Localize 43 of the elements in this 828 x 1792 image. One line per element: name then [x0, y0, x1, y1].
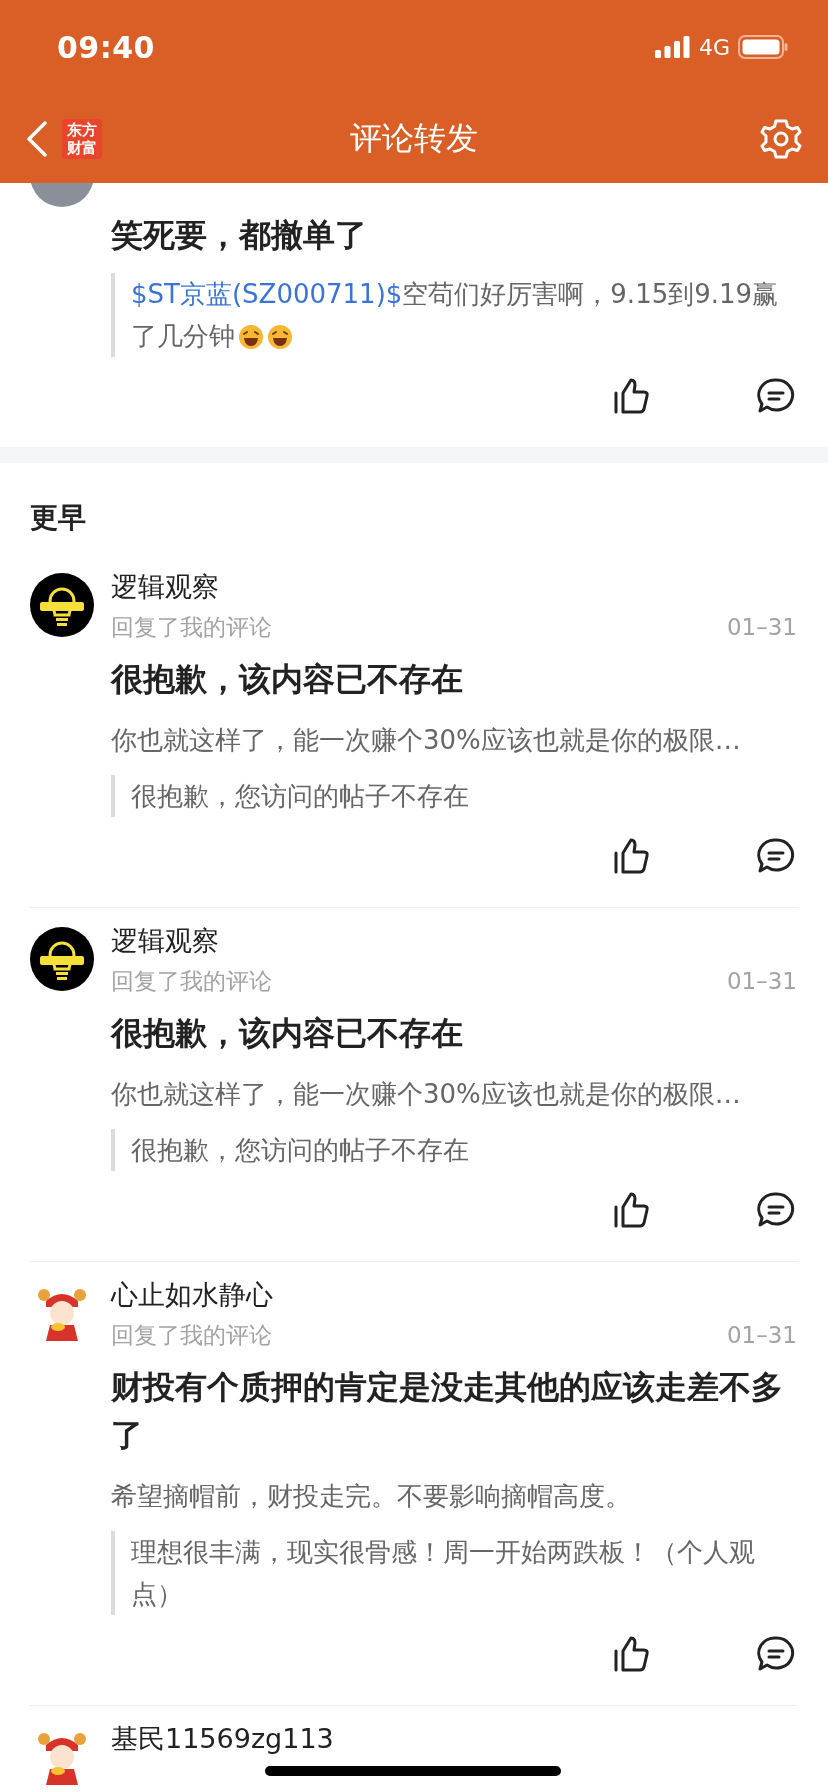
laughing-emoji-icon — [238, 324, 264, 350]
back-icon[interactable] — [26, 120, 48, 157]
quoted-post: 很抱歉，您访问的帖子不存在 — [111, 775, 797, 817]
user-name[interactable]: 逻辑观察 — [111, 571, 219, 602]
network-label: 4G — [698, 34, 730, 60]
like-icon[interactable] — [613, 837, 651, 875]
comment-icon[interactable] — [757, 837, 795, 875]
app-logo: 东方 财富 — [62, 118, 102, 159]
comment-text: 很抱歉，该内容已不存在 — [111, 1013, 464, 1054]
comment-icon[interactable] — [757, 377, 795, 415]
reply-text: 你也就这样了，能一次赚个30%应该也就是你的极限… — [111, 724, 742, 757]
signal-icon — [654, 36, 691, 58]
comment-icon[interactable] — [757, 1191, 795, 1229]
reply-text: 希望摘帽前，财投走完。不要影响摘帽高度。 — [111, 1480, 632, 1513]
timestamp: 01–31 — [726, 613, 797, 642]
user-name[interactable]: 心止如水静心 — [111, 1279, 273, 1310]
avatar-icon[interactable] — [30, 927, 94, 991]
user-name[interactable]: 逻辑观察 — [111, 925, 219, 956]
status-time: 09:40 — [57, 29, 155, 65]
battery-icon — [738, 35, 788, 59]
user-name[interactable]: 基民11569zg113 — [111, 1723, 334, 1754]
timestamp: 01–31 — [726, 967, 797, 996]
action-label: 回复了我的评论 — [111, 1321, 272, 1350]
like-icon[interactable] — [613, 377, 651, 415]
action-label: 回复了我的评论 — [111, 967, 272, 996]
section-heading: 更早 — [30, 501, 86, 534]
quoted-post: 很抱歉，您访问的帖子不存在 — [111, 1129, 797, 1171]
like-icon[interactable] — [613, 1635, 651, 1673]
comment-text: 财投有个质押的肯定是没走其他的应该走差不多了 — [111, 1367, 784, 1456]
page-title: 评论转发 — [350, 118, 478, 157]
comment-icon[interactable] — [757, 1635, 795, 1673]
comment-text: 笑死要，都撤单了 — [111, 215, 368, 256]
like-icon[interactable] — [613, 1191, 651, 1229]
quoted-post: $ST京蓝(SZ000711)$空苟们好厉害啊，9.15到9.19赢了几分钟 — [111, 273, 797, 357]
avatar-icon[interactable] — [30, 573, 94, 637]
laughing-emoji-icon — [267, 324, 293, 350]
stock-link[interactable]: $ST京蓝(SZ000711)$ — [131, 279, 403, 309]
reply-text: 你也就这样了，能一次赚个30%应该也就是你的极限… — [111, 1078, 742, 1111]
action-label: 回复了我的评论 — [111, 613, 272, 642]
settings-icon[interactable] — [760, 117, 802, 160]
quoted-post: 理想很丰满，现实很骨感！周一开始两跌板！（个人观点） — [111, 1531, 797, 1615]
timestamp: 01–31 — [726, 1321, 797, 1350]
comment-text: 很抱歉，该内容已不存在 — [111, 659, 464, 700]
